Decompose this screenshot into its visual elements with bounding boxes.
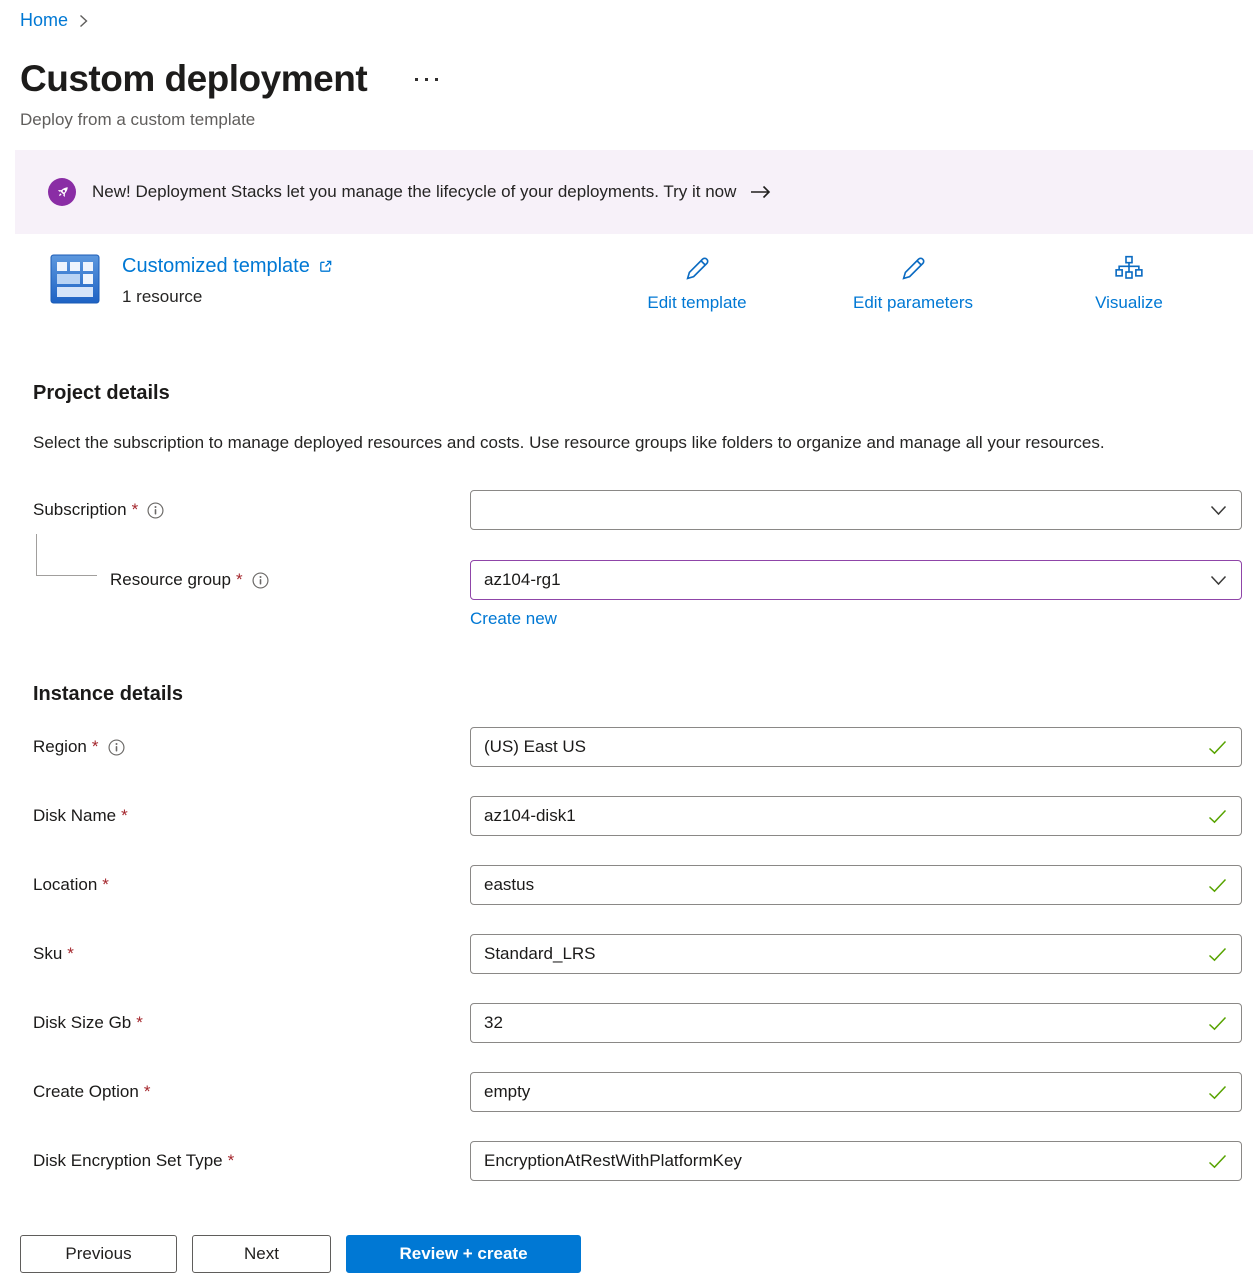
deployment-stacks-banner[interactable]: New! Deployment Stacks let you manage th… <box>15 150 1253 234</box>
create-new-row: Create new <box>470 609 1242 632</box>
disk-name-row: Disk Name * az104-disk1 <box>33 796 1242 836</box>
banner-text: New! Deployment Stacks let you manage th… <box>92 182 736 202</box>
template-actions: Edit template Edit parameters <box>589 252 1237 313</box>
visualize-button[interactable]: Visualize <box>1021 252 1237 313</box>
review-create-button[interactable]: Review + create <box>346 1235 581 1273</box>
required-marker: * <box>132 500 139 520</box>
project-details-description: Select the subscription to manage deploy… <box>33 427 1175 458</box>
check-valid-icon <box>1208 740 1227 755</box>
required-marker: * <box>121 806 128 826</box>
info-icon[interactable] <box>108 739 125 756</box>
custom-deployment-page: Home Custom deployment Deploy from a cus… <box>0 0 1253 1196</box>
chevron-down-icon <box>1210 505 1227 516</box>
customized-template-link[interactable]: Customized template <box>122 254 333 278</box>
sku-label: Sku <box>33 944 62 964</box>
template-icon <box>50 254 100 309</box>
breadcrumb-chevron-icon <box>79 14 88 28</box>
edit-parameters-label: Edit parameters <box>853 293 973 313</box>
required-marker: * <box>102 875 109 895</box>
rocket-icon <box>48 178 76 206</box>
location-row: Location * eastus <box>33 865 1242 905</box>
required-marker: * <box>228 1151 235 1171</box>
location-input[interactable]: eastus <box>470 865 1242 905</box>
disk-encryption-set-type-label: Disk Encryption Set Type <box>33 1151 223 1171</box>
org-chart-icon <box>1114 252 1144 286</box>
info-icon[interactable] <box>147 502 164 519</box>
resource-group-row: Resource group * az104-rg1 <box>33 560 1242 600</box>
template-link-label: Customized template <box>122 254 310 278</box>
visualize-label: Visualize <box>1095 293 1163 313</box>
edit-parameters-button[interactable]: Edit parameters <box>805 252 1021 313</box>
create-option-row: Create Option * empty <box>33 1072 1242 1112</box>
disk-encryption-set-type-value: EncryptionAtRestWithPlatformKey <box>484 1151 742 1171</box>
template-resource-count: 1 resource <box>122 287 333 307</box>
sku-row: Sku * Standard_LRS <box>33 934 1242 974</box>
region-label: Region <box>33 737 87 757</box>
check-valid-icon <box>1208 947 1227 962</box>
check-valid-icon <box>1208 878 1227 893</box>
check-valid-icon <box>1208 1085 1227 1100</box>
region-input[interactable]: (US) East US <box>470 727 1242 767</box>
breadcrumb-home-link[interactable]: Home <box>20 10 68 31</box>
info-icon[interactable] <box>252 572 269 589</box>
subscription-label: Subscription <box>33 500 127 520</box>
external-link-icon <box>318 259 333 274</box>
resource-group-label: Resource group <box>110 570 231 590</box>
edit-template-button[interactable]: Edit template <box>589 252 805 313</box>
disk-encryption-set-type-row: Disk Encryption Set Type * EncryptionAtR… <box>33 1141 1242 1181</box>
resource-group-value: az104-rg1 <box>484 570 561 590</box>
region-value: (US) East US <box>484 737 586 757</box>
disk-size-gb-row: Disk Size Gb * 32 <box>33 1003 1242 1043</box>
sku-value: Standard_LRS <box>484 944 596 964</box>
location-value: eastus <box>484 875 534 895</box>
pencil-icon <box>682 252 712 286</box>
title-row: Custom deployment <box>20 55 1253 103</box>
resource-group-dropdown[interactable]: az104-rg1 <box>470 560 1242 600</box>
create-new-link[interactable]: Create new <box>470 609 557 628</box>
region-row: Region * (US) East US <box>33 727 1242 767</box>
disk-encryption-set-type-input[interactable]: EncryptionAtRestWithPlatformKey <box>470 1141 1242 1181</box>
check-valid-icon <box>1208 1016 1227 1031</box>
chevron-down-icon <box>1210 575 1227 586</box>
check-valid-icon <box>1208 809 1227 824</box>
breadcrumb: Home <box>20 8 1253 33</box>
subscription-dropdown[interactable] <box>470 490 1242 530</box>
required-marker: * <box>67 944 74 964</box>
template-summary-row: Customized template 1 resource <box>0 252 1253 320</box>
more-options-icon[interactable] <box>413 72 440 87</box>
create-option-value: empty <box>484 1082 530 1102</box>
create-option-input[interactable]: empty <box>470 1072 1242 1112</box>
sku-input[interactable]: Standard_LRS <box>470 934 1242 974</box>
arrow-right-icon <box>750 184 772 200</box>
page-subtitle: Deploy from a custom template <box>20 110 1253 133</box>
disk-name-label: Disk Name <box>33 806 116 826</box>
next-button[interactable]: Next <box>192 1235 331 1273</box>
location-label: Location <box>33 875 97 895</box>
required-marker: * <box>136 1013 143 1033</box>
disk-size-gb-value: 32 <box>484 1013 503 1033</box>
pencil-icon <box>898 252 928 286</box>
check-valid-icon <box>1208 1154 1227 1169</box>
required-marker: * <box>144 1082 151 1102</box>
disk-size-gb-input[interactable]: 32 <box>470 1003 1242 1043</box>
previous-button[interactable]: Previous <box>20 1235 177 1273</box>
page-title: Custom deployment <box>20 55 367 103</box>
disk-size-gb-label: Disk Size Gb <box>33 1013 131 1033</box>
instance-details-heading: Instance details <box>33 681 1253 707</box>
project-details-heading: Project details <box>33 380 1253 406</box>
create-option-label: Create Option <box>33 1082 139 1102</box>
disk-name-input[interactable]: az104-disk1 <box>470 796 1242 836</box>
required-marker: * <box>92 737 99 757</box>
required-marker: * <box>236 570 243 590</box>
disk-name-value: az104-disk1 <box>484 806 576 826</box>
edit-template-label: Edit template <box>647 293 746 313</box>
footer-action-bar: Previous Next Review + create <box>0 1196 1253 1280</box>
subscription-row: Subscription * <box>33 490 1242 530</box>
